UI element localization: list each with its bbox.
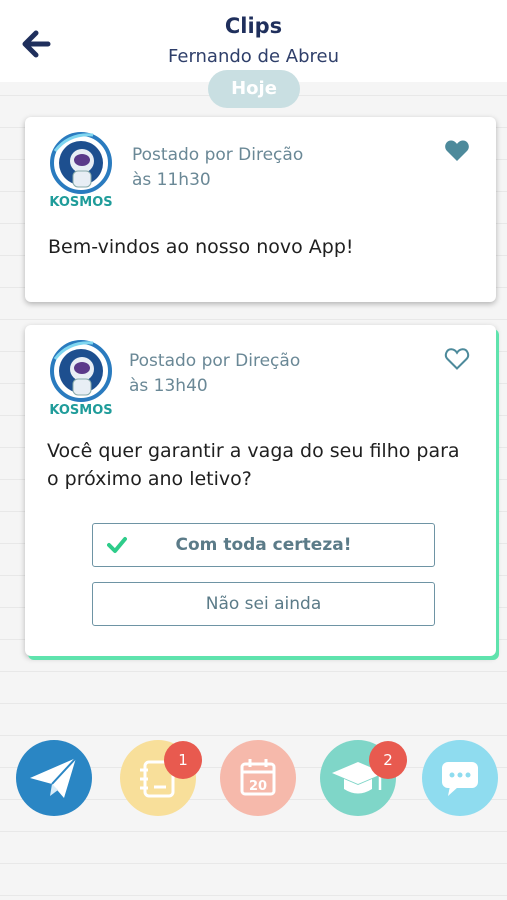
date-separator: Hoje [208, 70, 300, 108]
chat-bubble-icon [442, 762, 478, 796]
posted-by: Postado por Direção [129, 351, 301, 371]
kosmos-logo-avatar: KOSMOS [49, 339, 113, 418]
svg-text:KOSMOS: KOSMOS [49, 403, 112, 417]
dock-chat-button[interactable] [422, 740, 498, 816]
dock-calendar-button[interactable]: 20 [220, 740, 296, 816]
heart-filled-icon [445, 140, 469, 161]
kosmos-logo-avatar: KOSMOS [49, 131, 113, 210]
like-button[interactable] [444, 139, 470, 163]
calendar-icon: 20 [240, 759, 276, 796]
poll-post-card: KOSMOS Postado por Direção às 13h40 Você… [25, 325, 496, 656]
like-button[interactable] [444, 347, 470, 371]
paper-plane-icon [30, 757, 77, 798]
svg-text:KOSMOS: KOSMOS [49, 195, 112, 209]
poll-option-label: Não sei ainda [205, 594, 322, 614]
poll-option-label: Com toda certeza! [175, 535, 352, 555]
post-time: às 11h30 [132, 170, 211, 190]
notebook-badge: 1 [164, 741, 202, 779]
post-meta: Postado por Direção às 13h40 [129, 349, 300, 399]
school-badge: 2 [369, 741, 407, 779]
post-text: Bem-vindos ao nosso novo App! [48, 236, 354, 258]
posted-by: Postado por Direção [132, 145, 304, 165]
page-title: Clips [224, 14, 283, 38]
post-card: KOSMOS Postado por Direção às 11h30 Bem-… [25, 117, 496, 302]
heart-outline-icon [444, 348, 470, 370]
check-icon [107, 537, 127, 553]
post-time: às 13h40 [129, 376, 208, 396]
post-text: Você quer garantir a vaga do seu filho p… [47, 440, 460, 490]
post-meta: Postado por Direção às 11h30 [132, 143, 303, 193]
svg-text:20: 20 [249, 779, 267, 794]
page-subtitle: Fernando de Abreu [168, 46, 339, 67]
poll-option-unsure[interactable]: Não sei ainda [92, 582, 435, 626]
poll-option-yes[interactable]: Com toda certeza! [92, 523, 435, 567]
dock-send-button[interactable] [16, 740, 92, 816]
